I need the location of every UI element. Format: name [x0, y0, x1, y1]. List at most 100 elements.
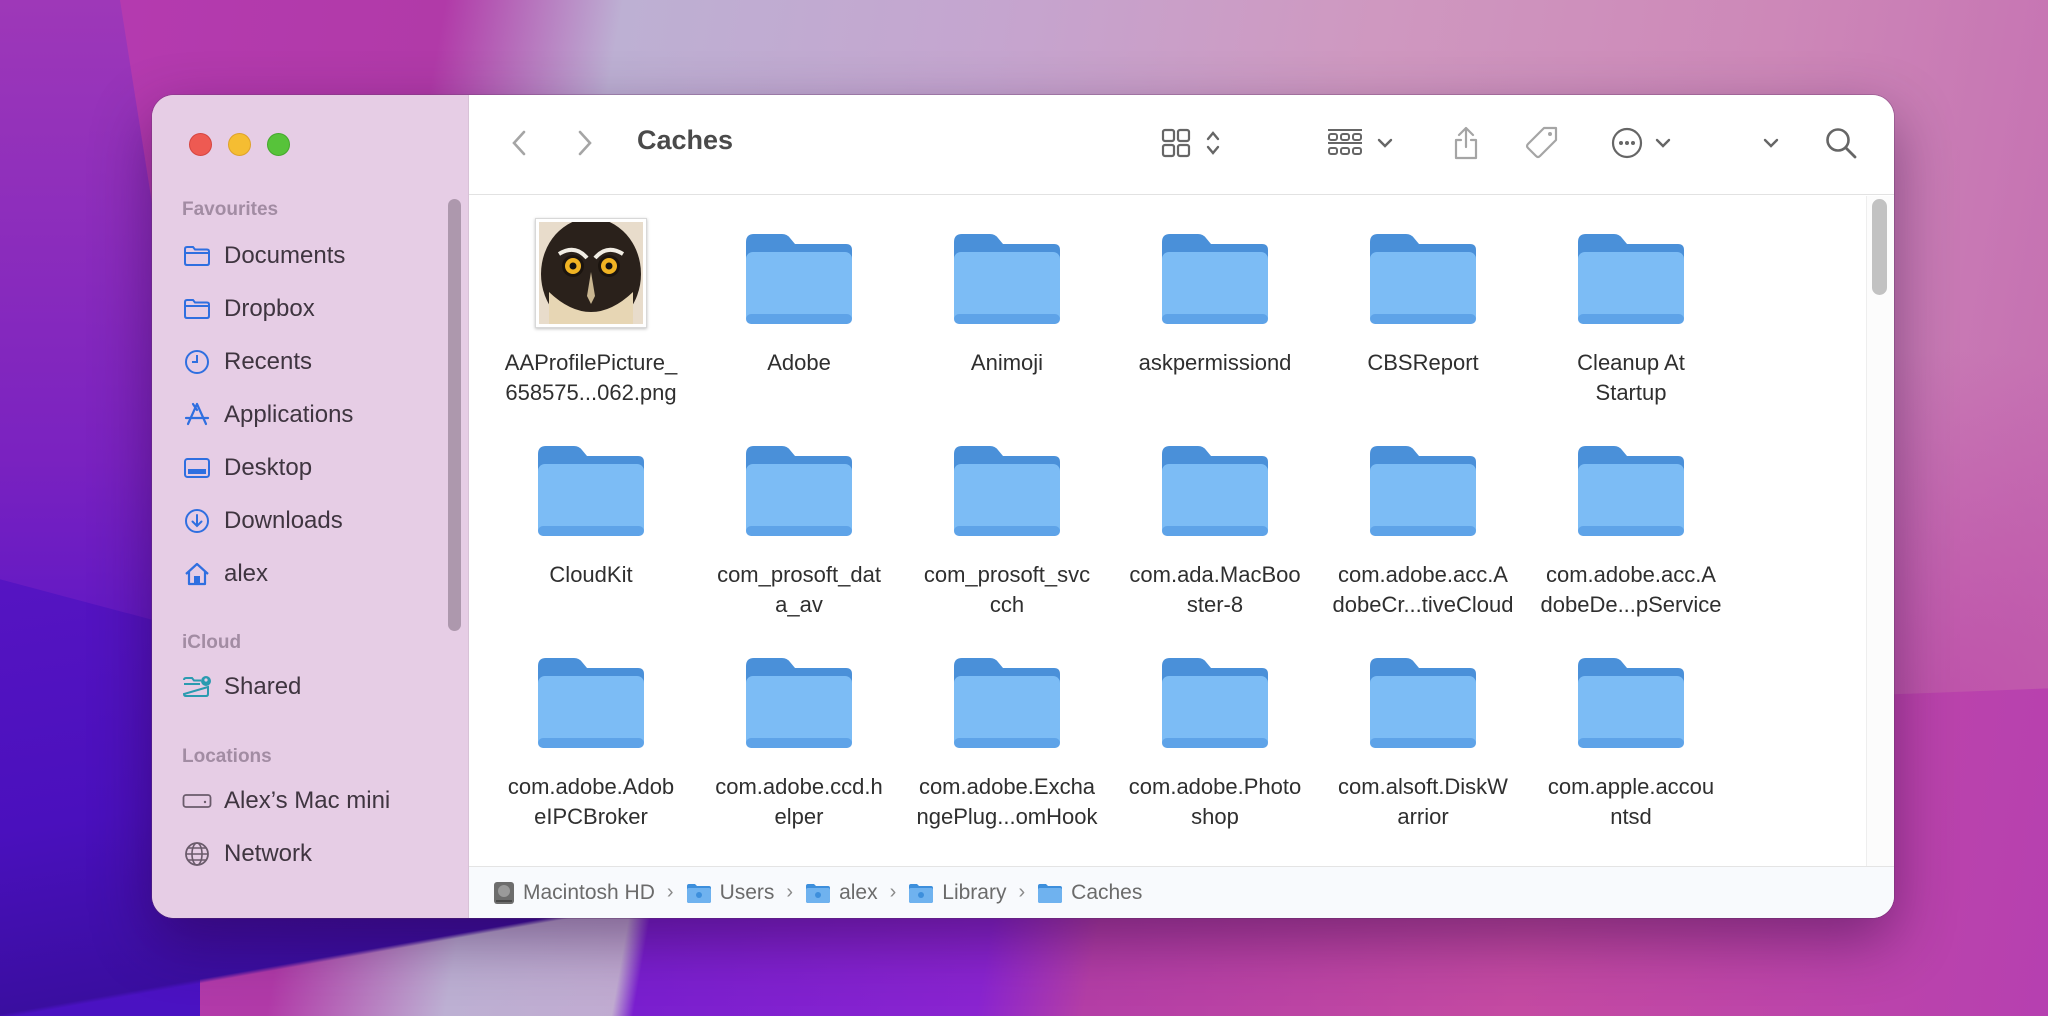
sidebar-item-label: Downloads — [224, 507, 343, 534]
item-name: com.ada.MacBoo ster-8 — [1129, 562, 1301, 617]
sidebar-item-home[interactable]: alex — [182, 554, 268, 594]
folder-icon — [1531, 638, 1731, 752]
breadcrumb-alex[interactable]: alex — [805, 881, 878, 905]
folder-item[interactable]: com.adobe.ccd.h elper — [699, 638, 899, 832]
item-name: Adobe — [767, 350, 831, 375]
item-name: com.adobe.Adob eIPCBroker — [507, 774, 675, 829]
item-name: Animoji — [970, 350, 1044, 375]
sidebar-item-label: Dropbox — [224, 295, 315, 322]
folder-icon — [1531, 426, 1731, 540]
item-name: CBSReport — [1367, 350, 1479, 375]
sidebar-item-label: alex — [224, 560, 269, 587]
back-button[interactable] — [509, 95, 529, 195]
group-button[interactable] — [1327, 95, 1393, 195]
file-item[interactable]: AAProfilePicture_ 658575...062.png — [491, 214, 691, 408]
sidebar-item-downloads[interactable]: Downloads — [182, 501, 343, 541]
window-controls — [189, 133, 290, 156]
clock-icon — [182, 347, 212, 377]
chevron-left-icon — [509, 128, 529, 163]
folder-item[interactable]: com.adobe.Adob eIPCBroker — [491, 638, 691, 832]
download-icon — [182, 506, 212, 536]
item-name: com.adobe.Excha ngePlug...omHook — [916, 774, 1098, 829]
sidebar-item-label: Documents — [224, 242, 346, 269]
folder-icon — [491, 426, 691, 540]
main-pane: Caches AAProfilePicture_ 658575...062.pn… — [469, 95, 1894, 918]
grid-view-icon — [1161, 128, 1191, 163]
folder-item[interactable]: CBSReport — [1323, 214, 1523, 378]
folder-item[interactable]: com.adobe.Photo shop — [1115, 638, 1315, 832]
folder-icon — [907, 214, 1107, 328]
sidebar-item-dropbox[interactable]: Dropbox — [182, 289, 315, 329]
sidebar-item-shared[interactable]: Shared — [182, 667, 301, 707]
folder-item[interactable]: com.alsoft.DiskW arrior — [1323, 638, 1523, 832]
sidebar-item-desktop[interactable]: Desktop — [182, 448, 312, 488]
folder-item[interactable]: com.apple.accou ntsd — [1531, 638, 1731, 832]
home-icon — [182, 559, 212, 589]
breadcrumb-label: Macintosh HD — [523, 880, 655, 904]
sidebar-item-label: Desktop — [224, 454, 313, 481]
content-scrollbar-thumb[interactable] — [1872, 199, 1887, 295]
sidebar-item-network[interactable]: Network — [182, 834, 312, 874]
toolbar-overflow-button[interactable] — [1763, 95, 1779, 195]
folder-item[interactable]: Cleanup At Startup — [1531, 214, 1731, 408]
forward-button[interactable] — [575, 95, 595, 195]
users-folder-icon — [686, 882, 712, 904]
view-mode-button[interactable] — [1161, 95, 1221, 195]
desktop-icon — [182, 453, 212, 483]
folder-icon — [907, 638, 1107, 752]
share-button[interactable] — [1451, 95, 1481, 195]
sidebar-item-applications[interactable]: Applications — [182, 395, 353, 435]
folder-icon — [1323, 426, 1523, 540]
folder-item[interactable]: askpermissiond — [1115, 214, 1315, 378]
folder-icon — [907, 426, 1107, 540]
breadcrumb-label: Library — [942, 880, 1007, 904]
breadcrumb-caches[interactable]: Caches — [1037, 881, 1142, 905]
folder-item[interactable]: com.adobe.acc.A dobeCr...tiveCloud — [1323, 426, 1523, 620]
folder-icon — [182, 241, 212, 271]
close-button[interactable] — [189, 133, 212, 156]
folder-item[interactable]: Adobe — [699, 214, 899, 378]
breadcrumb-macintosh-hd[interactable]: Macintosh HD — [493, 881, 655, 905]
breadcrumb-separator: › — [1018, 881, 1026, 903]
applications-icon — [182, 400, 212, 430]
item-name: com_prosoft_svc cch — [923, 562, 1091, 617]
action-menu-button[interactable] — [1611, 95, 1671, 195]
zoom-button[interactable] — [267, 133, 290, 156]
drive-icon — [182, 786, 212, 816]
chevron-down-icon — [1377, 136, 1393, 154]
window-title: Caches — [637, 125, 734, 155]
sidebar-scrollbar[interactable] — [448, 199, 461, 631]
item-name: com_prosoft_dat a_av — [717, 562, 881, 617]
folder-item[interactable]: com_prosoft_svc cch — [907, 426, 1107, 620]
breadcrumb-users[interactable]: Users — [686, 880, 775, 905]
sidebar-heading-icloud: iCloud — [182, 632, 242, 653]
folder-item[interactable]: com.adobe.acc.A dobeDe...pService — [1531, 426, 1731, 620]
folder-item[interactable]: CloudKit — [491, 426, 691, 590]
library-folder-icon — [908, 882, 934, 904]
folder-item[interactable]: com.ada.MacBoo ster-8 — [1115, 426, 1315, 620]
breadcrumb-separator: › — [666, 881, 674, 903]
breadcrumb-library[interactable]: Library — [908, 881, 1006, 905]
breadcrumb-label: Users — [719, 880, 775, 904]
sidebar-item-mac-mini[interactable]: Alex’s Mac mini — [182, 781, 390, 821]
folder-icon — [699, 638, 899, 752]
item-name: CloudKit — [549, 562, 633, 587]
minimize-button[interactable] — [228, 133, 251, 156]
folder-icon — [1323, 638, 1523, 752]
search-icon — [1824, 126, 1858, 165]
folder-item[interactable]: Animoji — [907, 214, 1107, 378]
breadcrumb-separator: › — [786, 881, 794, 903]
content-scrollbar-track[interactable] — [1866, 196, 1894, 866]
sidebar-item-documents[interactable]: Documents — [182, 236, 345, 276]
item-name: com.apple.accou ntsd — [1547, 774, 1715, 829]
search-button[interactable] — [1824, 95, 1858, 195]
chevron-right-icon — [575, 128, 595, 163]
toolbar: Caches — [469, 95, 1894, 195]
folder-item[interactable]: com.adobe.Excha ngePlug...omHook — [907, 638, 1107, 832]
chevron-up-down-icon — [1205, 128, 1221, 163]
tag-button[interactable] — [1524, 95, 1560, 195]
sidebar-item-label: Alex’s Mac mini — [224, 787, 391, 814]
folder-item[interactable]: com_prosoft_dat a_av — [699, 426, 899, 620]
tag-icon — [1524, 125, 1560, 166]
sidebar-item-recents[interactable]: Recents — [182, 342, 312, 382]
